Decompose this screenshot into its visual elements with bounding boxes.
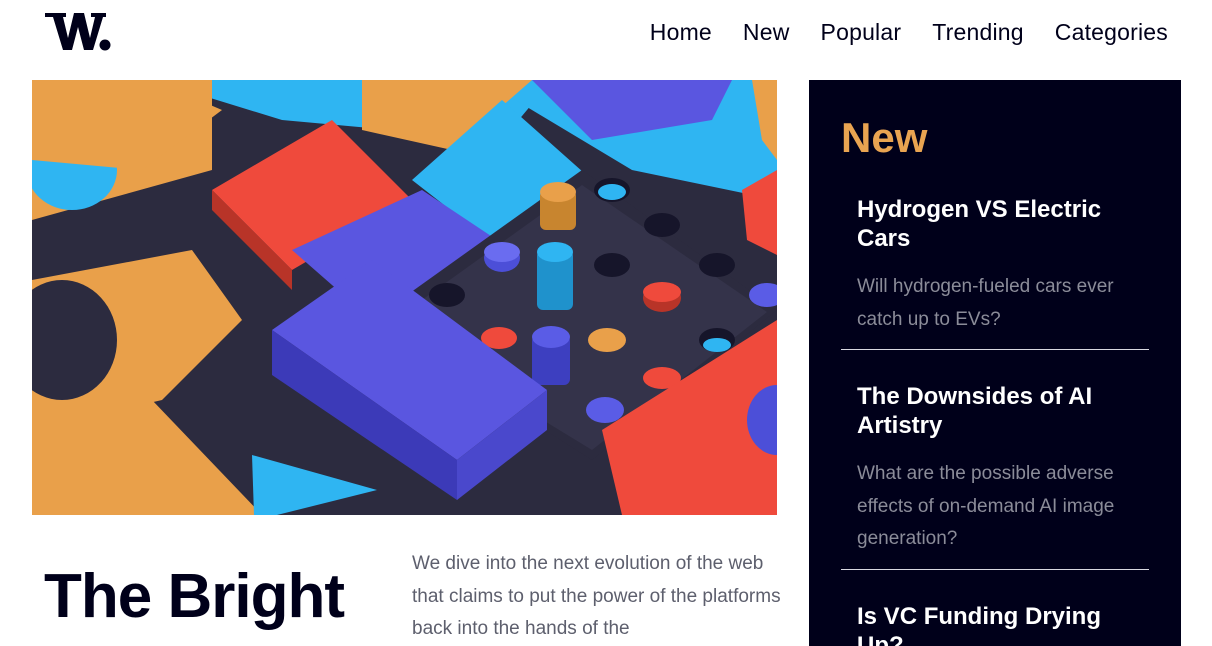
nav-item-home[interactable]: Home bbox=[650, 16, 712, 48]
new-articles-sidebar: New Hydrogen VS Electric Cars Will hydro… bbox=[809, 80, 1181, 646]
abstract-blocks-illustration-icon bbox=[32, 80, 777, 515]
nav-item-categories[interactable]: Categories bbox=[1055, 16, 1168, 48]
main-nav: Home New Popular Trending Categories bbox=[650, 16, 1168, 48]
site-logo[interactable] bbox=[44, 10, 114, 54]
divider bbox=[841, 349, 1149, 350]
sidebar-article-title[interactable]: Is VC Funding Drying Up? bbox=[857, 602, 1127, 646]
divider bbox=[841, 569, 1149, 570]
sidebar-article-item[interactable]: Hydrogen VS Electric Cars Will hydrogen-… bbox=[841, 195, 1149, 336]
sidebar-title: New bbox=[841, 114, 928, 161]
sidebar-article-title[interactable]: Hydrogen VS Electric Cars bbox=[857, 195, 1127, 253]
sidebar-article-summary: What are the possible adverse effects of… bbox=[857, 463, 1115, 549]
logo-mark-icon bbox=[45, 13, 111, 51]
article-title[interactable]: The Bright bbox=[44, 560, 345, 634]
nav-item-popular[interactable]: Popular bbox=[821, 16, 902, 48]
hero-image[interactable] bbox=[32, 80, 777, 515]
sidebar-article-item[interactable]: The Downsides of AI Artistry What are th… bbox=[841, 382, 1149, 556]
nav-item-trending[interactable]: Trending bbox=[932, 16, 1024, 48]
sidebar-article-item[interactable]: Is VC Funding Drying Up? bbox=[841, 602, 1149, 646]
article-lead: We dive into the next evolution of the w… bbox=[412, 553, 781, 639]
nav-item-new[interactable]: New bbox=[743, 16, 790, 48]
sidebar-article-summary: Will hydrogen-fueled cars ever catch up … bbox=[857, 276, 1114, 330]
sidebar-article-title[interactable]: The Downsides of AI Artistry bbox=[857, 382, 1127, 440]
